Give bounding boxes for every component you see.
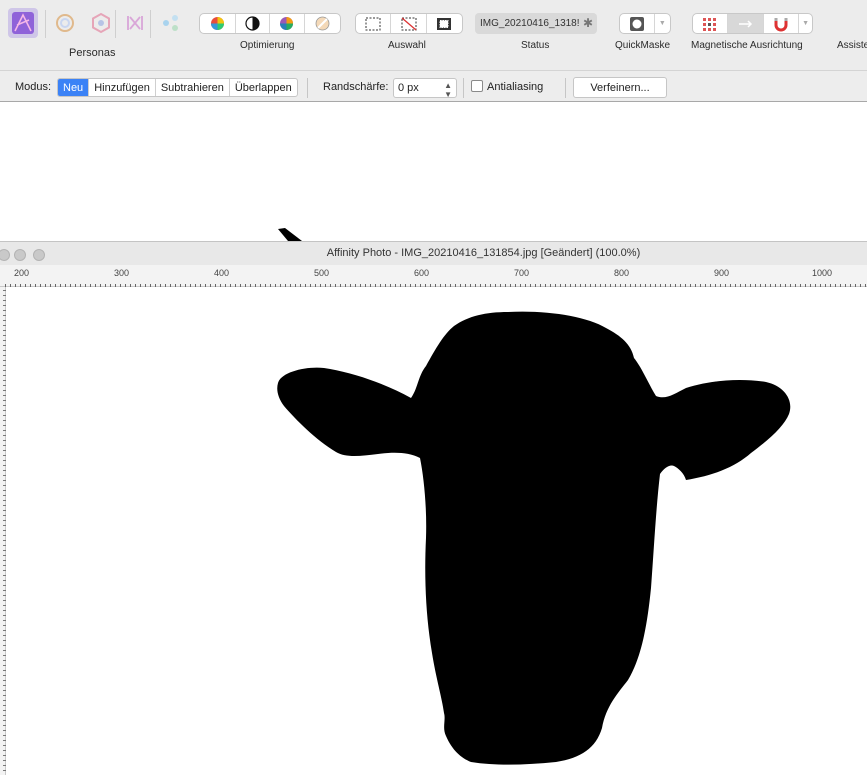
liquify-persona-icon[interactable] bbox=[50, 8, 80, 38]
optimierung-group bbox=[199, 13, 341, 34]
auto-white-balance-icon bbox=[315, 16, 330, 31]
auswahl-label: Auswahl bbox=[388, 40, 426, 51]
feather-label: Randschärfe: bbox=[323, 81, 389, 93]
photo-persona-icon[interactable] bbox=[8, 8, 38, 38]
context-toolbar: Modus: Neu Hinzufügen Subtrahieren Überl… bbox=[0, 70, 867, 102]
quickmask-label: QuickMaske bbox=[615, 40, 671, 51]
tone-mapping-persona-icon[interactable] bbox=[120, 8, 150, 38]
select-all-icon bbox=[365, 17, 381, 30]
grid-icon bbox=[703, 17, 717, 31]
quickmask-group: ▼ bbox=[619, 13, 671, 34]
deselect-icon bbox=[401, 17, 417, 30]
antialias-checkbox[interactable] bbox=[471, 80, 483, 92]
context-divider bbox=[307, 78, 308, 98]
snapping-magnet-button[interactable] bbox=[764, 14, 800, 33]
status-filename: IMG_20210416_1318! bbox=[480, 18, 580, 29]
select-arrows-icon: ▲ ▼ bbox=[444, 81, 452, 99]
snapping-group: ▼ bbox=[692, 13, 813, 34]
auto-levels-button[interactable] bbox=[200, 14, 236, 33]
select-all-button[interactable] bbox=[356, 14, 392, 33]
app-window: Personas Optimierung Auswahl IMG_2021041… bbox=[0, 0, 867, 775]
mode-segmented-control: Neu Hinzufügen Subtrahieren Überlappen bbox=[57, 78, 298, 97]
mode-add-button[interactable]: Hinzufügen bbox=[89, 79, 156, 96]
modus-label: Modus: bbox=[15, 81, 52, 93]
cow-head-silhouette bbox=[277, 311, 791, 765]
invert-selection-icon bbox=[437, 17, 452, 30]
toolbar-divider bbox=[115, 10, 116, 38]
auswahl-group bbox=[355, 13, 463, 34]
modified-indicator: ✱ bbox=[582, 16, 593, 30]
chevron-down-icon: ▼ bbox=[658, 20, 666, 27]
quickmask-button[interactable] bbox=[620, 14, 655, 33]
export-persona-icon[interactable] bbox=[156, 8, 186, 38]
feather-select[interactable]: 0 px ▲ ▼ bbox=[393, 78, 457, 99]
antialias-label: Antialiasing bbox=[487, 81, 544, 93]
assistant-label: Assiste bbox=[837, 40, 867, 51]
auto-colors-button[interactable] bbox=[270, 14, 305, 33]
refine-button[interactable]: Verfeinern... bbox=[573, 77, 667, 98]
snapping-grid-button[interactable] bbox=[693, 14, 729, 33]
context-divider bbox=[463, 78, 464, 98]
horizontal-ruler[interactable]: 200 300 400 500 600 700 800 900 1000 bbox=[0, 265, 867, 287]
ruler-ticks bbox=[5, 284, 866, 287]
develop-persona-icon[interactable] bbox=[86, 8, 116, 38]
invert-selection-button[interactable] bbox=[427, 14, 462, 33]
auto-contrast-icon bbox=[245, 16, 260, 31]
status-label: Status bbox=[521, 40, 550, 51]
snapping-dropdown[interactable]: ▼ bbox=[799, 14, 812, 33]
snapping-label: Magnetische Ausrichtung bbox=[691, 40, 803, 51]
quickmask-icon bbox=[629, 16, 644, 31]
arrow-right-icon bbox=[738, 19, 752, 28]
document-canvas[interactable] bbox=[6, 288, 867, 775]
personas-label: Personas bbox=[69, 47, 116, 59]
feather-value: 0 px bbox=[398, 82, 419, 94]
mode-intersect-button[interactable]: Überlappen bbox=[230, 79, 297, 96]
background-shape-fragment bbox=[278, 228, 302, 241]
mode-subtract-button[interactable]: Subtrahieren bbox=[156, 79, 230, 96]
optimierung-label: Optimierung bbox=[240, 40, 295, 51]
auto-colors-icon bbox=[280, 17, 294, 30]
auto-levels-icon bbox=[210, 17, 224, 30]
context-divider bbox=[565, 78, 566, 98]
magnet-icon bbox=[774, 17, 788, 31]
toolbar-divider bbox=[45, 10, 46, 38]
mode-new-button[interactable]: Neu bbox=[58, 79, 90, 96]
document-title: Affinity Photo - IMG_20210416_131854.jpg… bbox=[326, 247, 641, 259]
main-toolbar: Personas Optimierung Auswahl IMG_2021041… bbox=[0, 0, 867, 70]
snapping-guides-button[interactable] bbox=[728, 14, 764, 33]
status-field[interactable]: IMG_20210416_1318! ✱ bbox=[475, 13, 597, 34]
chevron-down-icon: ▼ bbox=[802, 20, 810, 27]
document-titlebar: Affinity Photo - IMG_20210416_131854.jpg… bbox=[0, 241, 867, 265]
background-document bbox=[0, 103, 867, 241]
quickmask-dropdown[interactable]: ▼ bbox=[655, 14, 670, 33]
auto-contrast-button[interactable] bbox=[236, 14, 271, 33]
deselect-button[interactable] bbox=[391, 14, 427, 33]
toolbar-divider bbox=[150, 10, 151, 38]
auto-white-balance-button[interactable] bbox=[305, 14, 340, 33]
